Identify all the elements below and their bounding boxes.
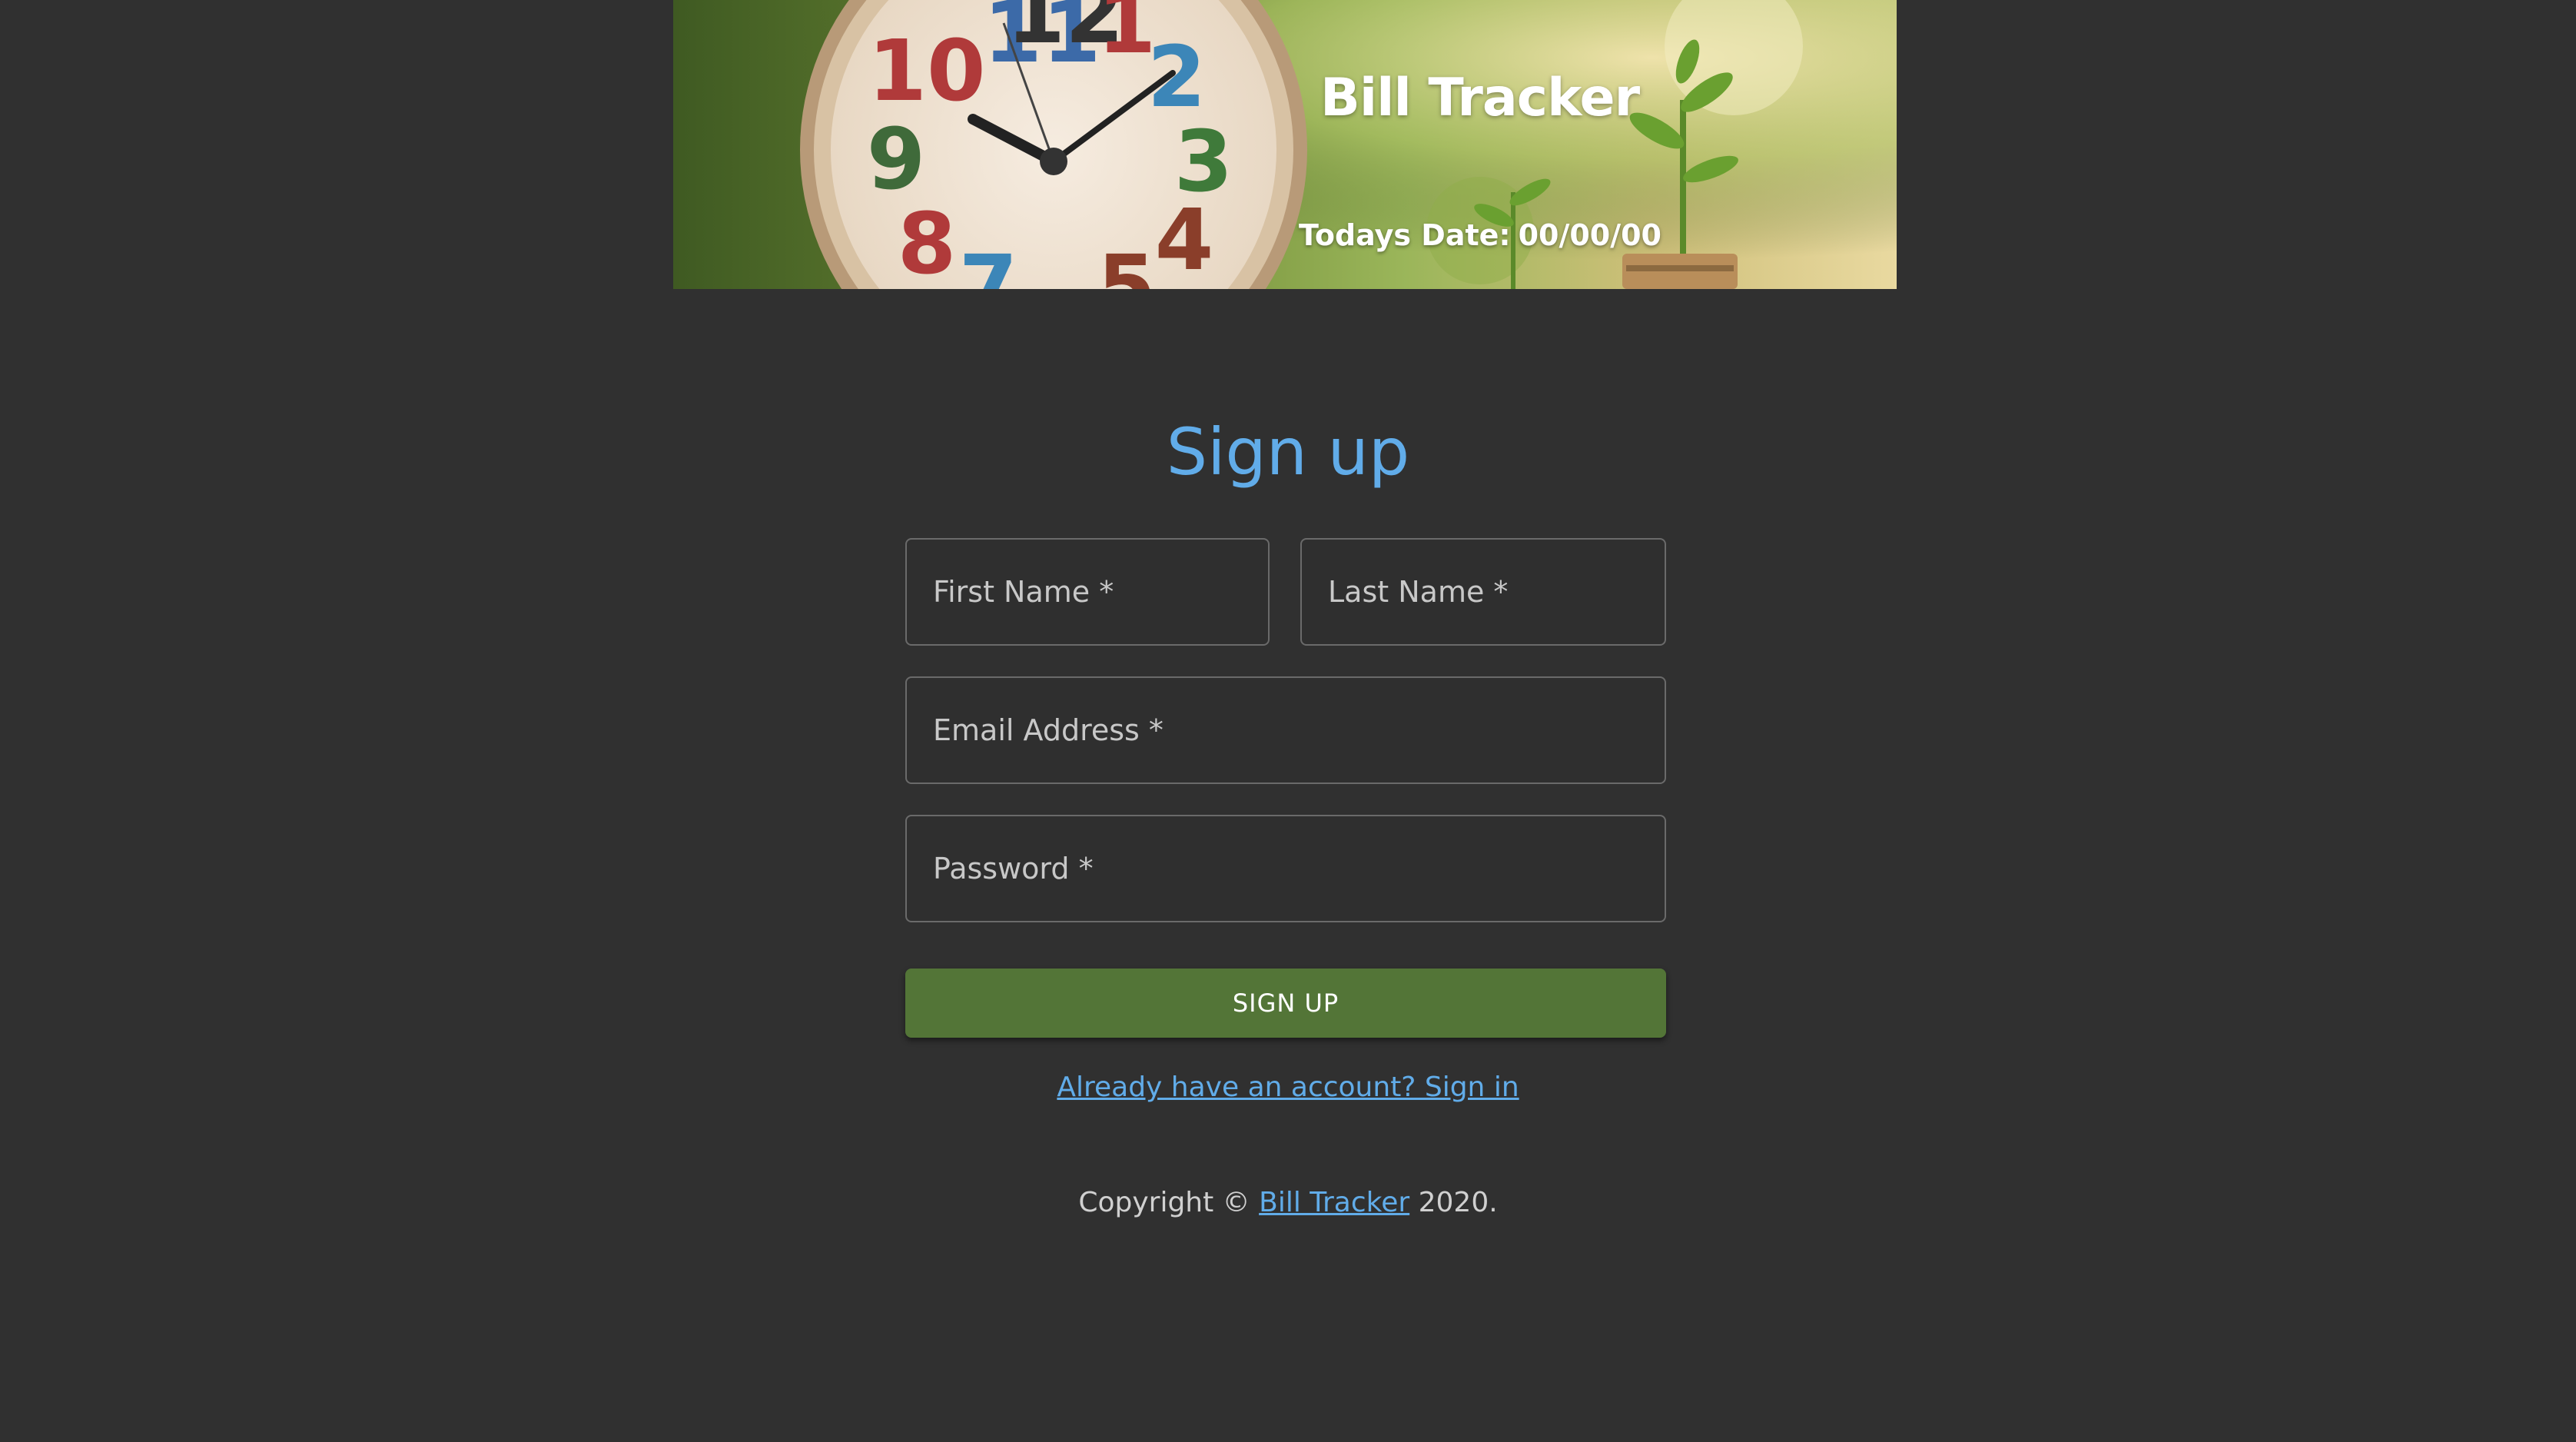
signin-link-container: Already have an account? Sign in — [0, 1068, 2576, 1107]
svg-text:8: 8 — [898, 194, 957, 289]
date-label: Todays Date: — [1299, 218, 1511, 252]
svg-text:7: 7 — [959, 237, 1018, 289]
last-name-field[interactable] — [1300, 538, 1666, 646]
date-value: 00/00/00 — [1518, 218, 1661, 252]
copyright-prefix: Copyright © — [1078, 1187, 1250, 1218]
copyright-year: 2020. — [1418, 1187, 1498, 1218]
svg-text:4: 4 — [1155, 191, 1214, 289]
sign-up-button[interactable]: SIGN UP — [905, 969, 1666, 1038]
clock-icon: 11 12 1 2 3 4 5 10 9 8 7 — [800, 0, 1307, 289]
banner-photo: 11 12 1 2 3 4 5 10 9 8 7 — [673, 0, 1897, 289]
svg-text:2: 2 — [1147, 28, 1207, 126]
app-title: Bill Tracker — [1320, 68, 1640, 128]
svg-text:9: 9 — [867, 110, 926, 208]
page: 11 12 1 2 3 4 5 10 9 8 7 Bill Tracker To… — [0, 0, 2576, 1442]
copyright: Copyright © Bill Tracker 2020. — [0, 1184, 2576, 1222]
page-title: Sign up — [1166, 414, 1410, 490]
first-name-field[interactable] — [905, 538, 1270, 646]
password-field[interactable] — [905, 815, 1666, 922]
svg-text:10: 10 — [868, 22, 985, 120]
sign-in-link[interactable]: Already have an account? Sign in — [1057, 1072, 1519, 1103]
svg-text:5: 5 — [1097, 237, 1157, 289]
todays-date: Todays Date: 00/00/00 — [1299, 218, 1661, 252]
email-field[interactable] — [905, 676, 1666, 784]
header-banner: 11 12 1 2 3 4 5 10 9 8 7 Bill Tracker To… — [673, 0, 1897, 289]
bill-tracker-link[interactable]: Bill Tracker — [1259, 1187, 1409, 1218]
